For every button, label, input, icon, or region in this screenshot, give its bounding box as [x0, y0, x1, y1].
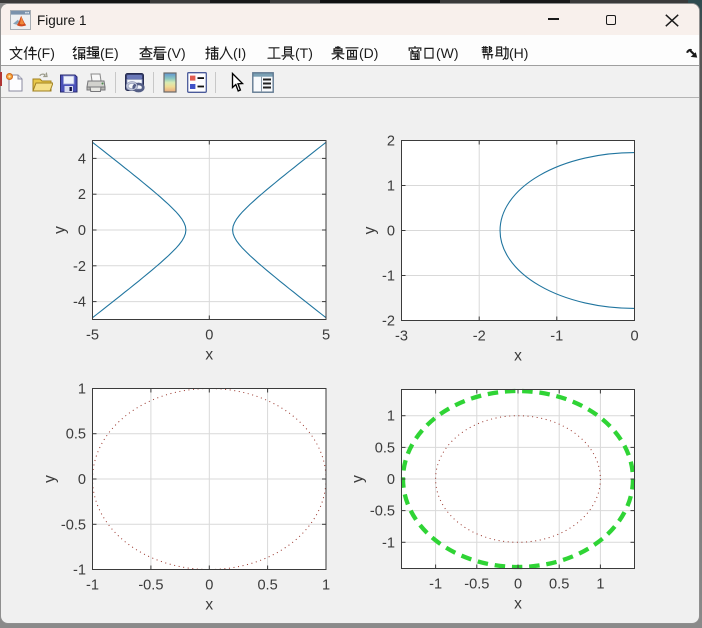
- svg-text:x: x: [205, 597, 213, 614]
- svg-text:-2: -2: [382, 314, 395, 330]
- svg-text:-0.5: -0.5: [61, 517, 86, 533]
- svg-text:0: 0: [387, 472, 395, 488]
- svg-text:-0.5: -0.5: [370, 504, 395, 520]
- svg-text:x: x: [514, 348, 522, 365]
- svg-text:-1: -1: [429, 577, 442, 593]
- svg-text:-1: -1: [550, 329, 563, 345]
- svg-text:0.5: 0.5: [257, 578, 277, 594]
- svg-text:1: 1: [596, 577, 604, 593]
- svg-text:2: 2: [78, 187, 86, 203]
- svg-text:0: 0: [78, 472, 86, 488]
- svg-text:-1: -1: [382, 535, 395, 551]
- svg-text:y: y: [362, 226, 379, 234]
- svg-text:1: 1: [387, 179, 395, 195]
- svg-text:0: 0: [387, 224, 395, 240]
- svg-text:-1: -1: [73, 563, 86, 579]
- svg-text:0: 0: [78, 223, 86, 239]
- svg-text:y: y: [52, 226, 69, 234]
- svg-text:0: 0: [205, 578, 213, 594]
- svg-text:y: y: [42, 475, 59, 483]
- svg-text:4: 4: [78, 151, 86, 167]
- svg-text:-2: -2: [73, 259, 86, 275]
- svg-text:-1: -1: [382, 269, 395, 285]
- svg-text:-4: -4: [73, 295, 86, 311]
- svg-text:x: x: [205, 347, 213, 364]
- svg-text:-0.5: -0.5: [138, 578, 163, 594]
- svg-text:2: 2: [387, 134, 395, 150]
- svg-text:1: 1: [78, 382, 86, 398]
- svg-text:0: 0: [630, 329, 638, 345]
- svg-text:1: 1: [387, 409, 395, 425]
- svg-text:y: y: [350, 475, 367, 483]
- svg-text:0: 0: [205, 328, 213, 344]
- svg-text:-2: -2: [473, 329, 486, 345]
- svg-text:0: 0: [514, 577, 522, 593]
- svg-text:0.5: 0.5: [549, 577, 569, 593]
- svg-text:0.5: 0.5: [66, 427, 86, 443]
- svg-text:-1: -1: [86, 578, 99, 594]
- svg-text:-0.5: -0.5: [464, 577, 489, 593]
- svg-text:x: x: [514, 596, 522, 613]
- svg-text:0.5: 0.5: [375, 440, 395, 456]
- svg-text:5: 5: [322, 328, 330, 344]
- svg-text:-5: -5: [86, 328, 99, 344]
- svg-text:1: 1: [322, 578, 330, 594]
- svg-text:-3: -3: [395, 329, 408, 345]
